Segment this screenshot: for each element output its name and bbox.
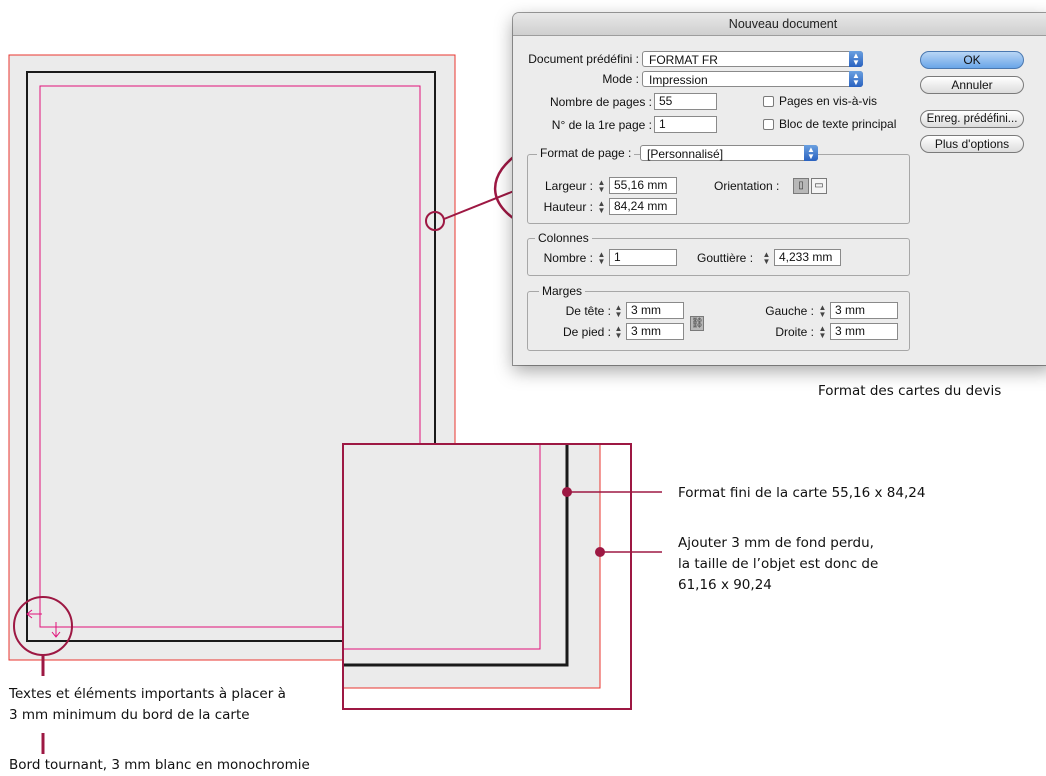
landscape-orientation-icon[interactable]: ▭ xyxy=(811,178,827,194)
gutter-label: Gouttière : xyxy=(697,251,754,265)
height-stepper-icon[interactable]: ▲ ▼ xyxy=(596,200,607,216)
dialog-caption: Format des cartes du devis xyxy=(818,383,1002,399)
gutter-input[interactable]: 4,233 mm xyxy=(774,249,841,266)
select-arrows-icon: ▲ ▼ xyxy=(849,51,863,67)
margins-group xyxy=(527,291,910,351)
pages-label: Nombre de pages : xyxy=(549,95,652,109)
mode-select[interactable]: Impression ▲ ▼ xyxy=(642,71,863,87)
more-options-button[interactable]: Plus d'options xyxy=(920,135,1024,153)
left-margin-stepper-icon[interactable]: ▲ ▼ xyxy=(817,304,828,320)
page-format-select[interactable]: [Personnalisé] ▲ ▼ xyxy=(640,145,818,161)
right-margin-label: Droite : xyxy=(775,325,814,339)
page-format-label: Format de page : xyxy=(537,146,635,160)
first-page-label: N° de la 1re page : xyxy=(551,118,652,132)
preset-value: FORMAT FR xyxy=(649,53,718,67)
safe-zone-caption-line1: Textes et éléments importants à placer à xyxy=(9,686,286,702)
gutter-stepper-icon[interactable]: ▲ ▼ xyxy=(761,251,772,267)
cancel-button[interactable]: Annuler xyxy=(920,76,1024,94)
ok-button[interactable]: OK xyxy=(920,51,1024,69)
new-document-dialog: Nouveau document Document prédéfini : FO… xyxy=(513,13,1046,365)
columns-stepper-icon[interactable]: ▲ ▼ xyxy=(596,251,607,267)
width-input[interactable]: 55,16 mm xyxy=(609,177,677,194)
dialog-title: Nouveau document xyxy=(513,13,1046,36)
columns-count-label: Nombre : xyxy=(543,251,593,265)
safe-zone-caption-line2: 3 mm minimum du bord de la carte xyxy=(9,707,250,723)
mode-label: Mode : xyxy=(602,72,639,86)
bottom-margin-label: De pied : xyxy=(562,325,611,339)
bleed-caption-line3: 61,16 x 90,24 xyxy=(678,577,772,593)
pages-input[interactable]: 55 xyxy=(654,93,717,110)
top-margin-stepper-icon[interactable]: ▲ ▼ xyxy=(613,304,624,320)
top-margin-label: De tête : xyxy=(565,304,611,318)
width-stepper-icon[interactable]: ▲ ▼ xyxy=(596,179,607,195)
margins-title: Marges xyxy=(539,284,586,298)
columns-title: Colonnes xyxy=(535,231,592,245)
bleed-caption-line1: Ajouter 3 mm de fond perdu, xyxy=(678,535,874,551)
save-preset-button[interactable]: Enreg. prédéfini... xyxy=(920,110,1024,128)
master-text-label: Bloc de texte principal xyxy=(779,117,897,131)
left-margin-label: Gauche : xyxy=(765,304,814,318)
columns-count-input[interactable]: 1 xyxy=(609,249,677,266)
page-format-value: [Personnalisé] xyxy=(647,147,724,161)
link-margins-icon[interactable]: ⛓ xyxy=(690,316,704,331)
orientation-label: Orientation : xyxy=(714,179,780,193)
mode-value: Impression xyxy=(649,73,708,87)
preset-label: Document prédéfini : xyxy=(528,52,639,66)
right-margin-stepper-icon[interactable]: ▲ ▼ xyxy=(817,325,828,341)
left-margin-input[interactable]: 3 mm xyxy=(830,302,898,319)
portrait-orientation-icon[interactable]: ▯ xyxy=(793,178,809,194)
height-label: Hauteur : xyxy=(543,200,593,214)
bord-tournant-caption: Bord tournant, 3 mm blanc en monochromie xyxy=(9,757,310,773)
facing-pages-checkbox[interactable] xyxy=(763,96,774,107)
first-page-input[interactable]: 1 xyxy=(654,116,717,133)
facing-pages-label: Pages en vis-à-vis xyxy=(779,94,878,108)
preset-select[interactable]: FORMAT FR ▲ ▼ xyxy=(642,51,863,67)
height-input[interactable]: 84,24 mm xyxy=(609,198,677,215)
top-margin-input[interactable]: 3 mm xyxy=(626,302,684,319)
bottom-margin-stepper-icon[interactable]: ▲ ▼ xyxy=(613,325,624,341)
bleed-caption-line2: la taille de l’objet est donc de xyxy=(678,556,879,572)
width-label: Largeur : xyxy=(544,179,593,193)
bottom-margin-input[interactable]: 3 mm xyxy=(626,323,684,340)
select-arrows-icon: ▲ ▼ xyxy=(849,71,863,87)
right-margin-input[interactable]: 3 mm xyxy=(830,323,898,340)
master-text-checkbox[interactable] xyxy=(763,119,774,130)
finished-format-caption: Format fini de la carte 55,16 x 84,24 xyxy=(678,485,926,501)
select-arrows-icon: ▲ ▼ xyxy=(804,145,818,161)
